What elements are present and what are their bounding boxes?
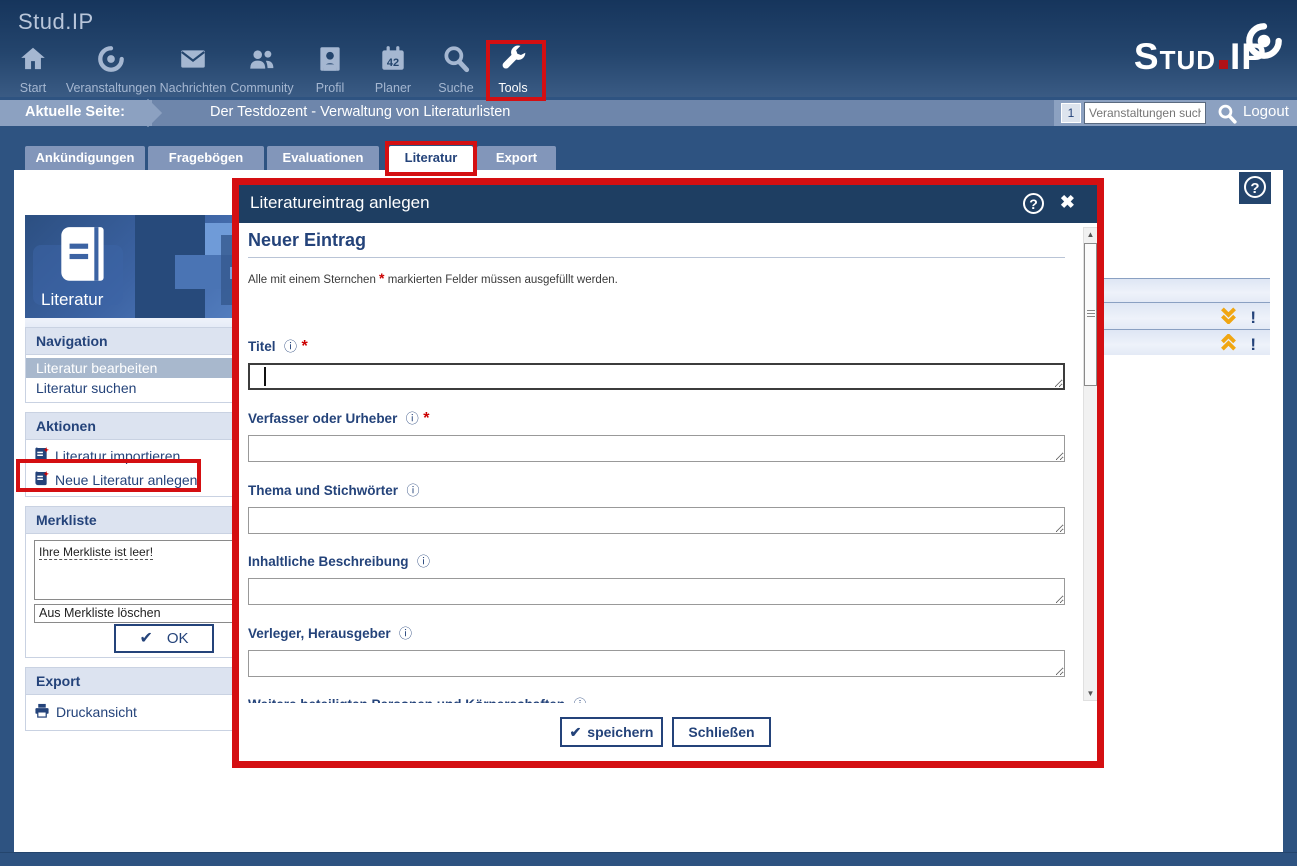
dialog-scrollbar[interactable]: ▲ ▼ xyxy=(1083,227,1097,701)
info-icon[interactable]: ⓘ xyxy=(399,626,412,641)
info-icon[interactable]: ⓘ xyxy=(406,483,419,498)
dialog-close-icon[interactable]: ✖ xyxy=(1060,192,1075,213)
field-label: Verfasser oder Urheber xyxy=(248,411,397,426)
check-icon: ✔ xyxy=(570,724,582,740)
book-add-icon xyxy=(34,447,49,465)
logout-link[interactable]: Logout xyxy=(1243,103,1289,120)
logo-red-dot xyxy=(1219,60,1228,69)
breadcrumb-bar: Der Testdozent - Verwaltung von Literatu… xyxy=(0,100,1297,126)
action-label: Neue Literatur anlegen xyxy=(55,472,197,488)
note-after: markierten Felder müssen ausgefüllt werd… xyxy=(388,274,618,286)
beschreibung-input[interactable] xyxy=(248,578,1065,605)
dialog-title: Literatureintrag anlegen xyxy=(250,193,430,213)
field-verfasser: Verfasser oder Urheber ⓘ * xyxy=(248,408,1065,462)
tab-frageboegen[interactable]: Fragebögen xyxy=(148,146,264,170)
field-beschreibung: Inhaltliche Beschreibung ⓘ xyxy=(248,551,1065,605)
nav-label: Tools xyxy=(465,81,561,95)
tab-evaluationen[interactable]: Evaluationen xyxy=(267,146,379,170)
info-icon[interactable]: ⓘ xyxy=(417,554,430,569)
alert-mark: ! xyxy=(1250,308,1256,328)
move-up-double-icon[interactable] xyxy=(1219,334,1238,356)
nav-tools[interactable]: Tools xyxy=(465,44,561,95)
studip-logo: StudIP xyxy=(1134,36,1267,78)
info-icon[interactable]: ⓘ xyxy=(406,411,419,426)
field-weitere-personen: Weitere beteiligten Personen und Körpers… xyxy=(248,694,1065,703)
alert-mark: ! xyxy=(1250,335,1256,355)
text-cursor xyxy=(264,367,266,386)
breadcrumb-label: Aktuelle Seite: xyxy=(25,104,125,120)
merkliste-ok-button[interactable]: ✔ OK xyxy=(114,624,214,653)
logo-swirl-icon xyxy=(1243,20,1285,67)
heading-rule xyxy=(248,257,1065,258)
field-label: Verleger, Herausgeber xyxy=(248,626,391,641)
book-add-icon xyxy=(34,471,49,489)
tab-literatur[interactable]: Literatur xyxy=(389,146,473,172)
breadcrumb-segment: Der Testdozent - Verwaltung von Literatu… xyxy=(152,100,1054,126)
breadcrumb-page-title: Der Testdozent - Verwaltung von Literatu… xyxy=(210,104,510,120)
printer-icon xyxy=(34,703,50,721)
field-label: Titel xyxy=(248,339,276,354)
required-note: Alle mit einem Sternchen * markierten Fe… xyxy=(248,270,618,286)
dialog-button-row: ✔ speichern Schließen xyxy=(239,703,1097,761)
scrollbar-grip xyxy=(1087,310,1095,317)
page-help-button[interactable]: ? xyxy=(1239,172,1271,204)
scrollbar-thumb[interactable] xyxy=(1084,243,1097,386)
page-footer xyxy=(0,852,1297,866)
action-label: Literatur importieren xyxy=(55,448,180,464)
sidebar-picture-label: Literatur xyxy=(41,290,103,310)
note-before: Alle mit einem Sternchen xyxy=(248,274,376,286)
titel-input[interactable] xyxy=(248,363,1065,390)
field-verleger: Verleger, Herausgeber ⓘ xyxy=(248,623,1065,677)
verfasser-input[interactable] xyxy=(248,435,1065,462)
search-submit-icon[interactable] xyxy=(1216,103,1238,130)
check-icon: ✔ xyxy=(139,630,152,647)
tools-icon xyxy=(465,44,561,78)
ok-label: OK xyxy=(167,630,189,647)
help-icon: ? xyxy=(1244,176,1266,198)
field-titel: Titel ⓘ * xyxy=(248,336,1065,390)
dialog-titlebar[interactable]: Literatureintrag anlegen ? ✖ xyxy=(239,185,1097,223)
search-counter: 1 xyxy=(1061,103,1081,123)
app-header: Stud.IP Start Veranstaltungen Nachrichte… xyxy=(0,0,1297,97)
save-button[interactable]: ✔ speichern xyxy=(560,717,663,747)
required-marker: * xyxy=(423,410,429,427)
dialog-body: Neuer Eintrag Alle mit einem Sternchen *… xyxy=(239,223,1097,703)
close-button[interactable]: Schließen xyxy=(672,717,771,747)
action-label: Druckansicht xyxy=(56,704,137,720)
page: Stud.IP Start Veranstaltungen Nachrichte… xyxy=(0,0,1297,866)
field-thema: Thema und Stichwörter ⓘ xyxy=(248,480,1065,534)
course-search-input[interactable] xyxy=(1084,102,1206,124)
form-heading: Neuer Eintrag xyxy=(248,230,366,251)
info-icon[interactable]: ⓘ xyxy=(284,339,297,354)
dialog-help-icon[interactable]: ? xyxy=(1023,193,1044,214)
required-marker: * xyxy=(301,338,307,355)
thema-input[interactable] xyxy=(248,507,1065,534)
required-marker: * xyxy=(379,270,384,286)
book-icon xyxy=(53,223,115,294)
app-title: Stud.IP xyxy=(18,9,94,35)
literature-entry-dialog: Literatureintrag anlegen ? ✖ Neuer Eintr… xyxy=(232,178,1104,768)
merkliste-empty-text: Ihre Merkliste ist leer! xyxy=(39,545,153,560)
field-label: Inhaltliche Beschreibung xyxy=(248,554,409,569)
logo-text-part1: Stud xyxy=(1134,36,1216,77)
tab-ankuendigungen[interactable]: Ankündigungen xyxy=(25,146,145,170)
tab-export[interactable]: Export xyxy=(477,146,556,170)
save-label: speichern xyxy=(587,724,653,740)
move-down-double-icon[interactable] xyxy=(1219,307,1238,329)
field-label: Thema und Stichwörter xyxy=(248,483,398,498)
scroll-down-icon[interactable]: ▼ xyxy=(1084,689,1097,698)
scroll-up-icon[interactable]: ▲ xyxy=(1084,230,1097,239)
verleger-input[interactable] xyxy=(248,650,1065,677)
